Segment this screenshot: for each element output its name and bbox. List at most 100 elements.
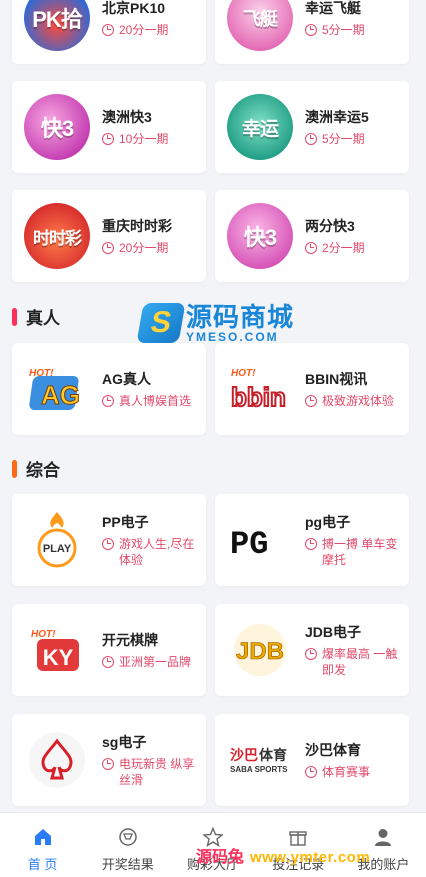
clock-icon <box>102 757 114 770</box>
watermark-cn: 源码商城 <box>186 302 295 332</box>
game-title: 澳洲快3 <box>102 108 152 125</box>
clock-icon <box>305 647 317 660</box>
ssc-dice-icon: 时时彩 <box>24 203 90 269</box>
section-title: 真人 <box>26 309 60 328</box>
clock-icon <box>102 241 114 254</box>
game-title: 澳洲幸运5 <box>305 108 369 125</box>
ag-logo-icon: HOT! AG <box>24 356 90 422</box>
game-desc: 亚洲第一品牌 <box>119 654 192 669</box>
footer-watermark-url: www.ymter.com <box>250 849 371 866</box>
pg-logo-icon: PG <box>227 507 293 573</box>
svg-text:PG: PG <box>230 526 268 563</box>
clock-icon <box>102 394 114 407</box>
svg-text:SABA SPORTS: SABA SPORTS <box>230 765 288 774</box>
clock-icon <box>102 132 114 145</box>
svg-text:体育: 体育 <box>259 747 287 764</box>
section-bar <box>12 459 17 478</box>
game-title: BBIN视讯 <box>305 370 368 387</box>
game-desc: 游戏人生,尽在体验 <box>119 536 195 567</box>
game-card-ag[interactable]: HOT! AG AG真人 真人博娱首选 <box>12 343 206 435</box>
game-period: 20分一期 <box>119 240 169 255</box>
svg-text:HOT!: HOT! <box>31 629 56 640</box>
game-period: 5分一期 <box>322 22 365 37</box>
game-period: 2分一期 <box>322 240 365 255</box>
svg-text:AG: AG <box>41 380 80 410</box>
game-card-bbin[interactable]: HOT! bbin BBIN视讯 极致游戏体验 <box>215 343 409 435</box>
clock-icon <box>305 132 317 145</box>
lucky5-ball-icon: 幸运 <box>227 94 293 160</box>
game-card-xyft[interactable]: 飞艇 幸运飞艇 5分一期 <box>215 0 409 64</box>
game-period: 5分一期 <box>322 131 365 146</box>
game-title: 两分快3 <box>305 217 355 234</box>
svg-text:JDB: JDB <box>236 638 284 665</box>
tab-results[interactable]: 开奖结果 <box>85 813 170 877</box>
game-desc: 爆率最高 一触即发 <box>322 646 398 677</box>
main-content: PK拾 北京PK10 20分一期 飞艇 幸运飞艇 5分一期 快3 澳洲快3 10… <box>0 0 426 812</box>
svg-text:沙巴: 沙巴 <box>230 748 258 764</box>
game-card-bjpk10[interactable]: PK拾 北京PK10 20分一期 <box>12 0 206 64</box>
svg-text:KY: KY <box>43 645 74 670</box>
game-title: 北京PK10 <box>102 0 166 16</box>
tab-home[interactable]: 首 页 <box>0 813 85 877</box>
game-card-pg[interactable]: PG pg电子 搏一搏 单车变摩托 <box>215 494 409 586</box>
game-card-ky[interactable]: HOT! KY 开元棋牌 亚洲第一品牌 <box>12 604 206 696</box>
clock-icon <box>305 394 317 407</box>
game-title: JDB电子 <box>305 623 362 640</box>
dice-k3-icon: 快3 <box>227 203 293 269</box>
bbin-logo-icon: HOT! bbin <box>227 356 293 422</box>
game-card-pp[interactable]: PLAY PP电子 游戏人生,尽在体验 <box>12 494 206 586</box>
game-desc: 真人博娱首选 <box>119 393 192 408</box>
live-grid: HOT! AG AG真人 真人博娱首选 HOT! bbin BBIN视讯 极致游… <box>12 343 410 435</box>
game-title: 沙巴体育 <box>305 741 361 758</box>
game-title: PP电子 <box>102 513 149 530</box>
game-card-sg[interactable]: sg电子 电玩新贵 纵享丝滑 <box>12 714 206 806</box>
game-period: 20分一期 <box>119 22 169 37</box>
section-bar <box>12 307 17 326</box>
user-icon <box>375 829 392 846</box>
lottery-grid: PK拾 北京PK10 20分一期 飞艇 幸运飞艇 5分一期 快3 澳洲快3 10… <box>12 0 410 282</box>
game-card-azxy5[interactable]: 幸运 澳洲幸运5 5分一期 <box>215 81 409 173</box>
game-title: 幸运飞艇 <box>305 0 361 16</box>
watermark-s-icon: S <box>136 303 186 343</box>
game-title: 重庆时时彩 <box>102 217 172 234</box>
game-title: AG真人 <box>102 370 151 387</box>
game-card-lfk3[interactable]: 快3 两分快3 2分一期 <box>215 190 409 282</box>
game-desc: 电玩新贵 纵享丝滑 <box>119 756 195 787</box>
pk10-icon: PK拾 <box>24 0 90 51</box>
tab-label: 开奖结果 <box>101 857 154 872</box>
watermark-en: YMESO.COM <box>186 330 279 344</box>
clock-icon <box>102 655 114 668</box>
clock-icon <box>102 23 114 36</box>
misc-grid: PLAY PP电子 游戏人生,尽在体验 PG pg电子 搏一搏 单车变摩托 HO… <box>12 494 410 806</box>
home-icon <box>34 829 51 845</box>
game-card-azk3[interactable]: 快3 澳洲快3 10分一期 <box>12 81 206 173</box>
ky-logo-icon: HOT! KY <box>24 617 90 683</box>
game-title: pg电子 <box>305 513 351 530</box>
game-period: 10分一期 <box>119 131 169 146</box>
game-title: 开元棋牌 <box>102 631 158 648</box>
svg-text:bbin: bbin <box>231 382 286 412</box>
airship-icon: 飞艇 <box>227 0 293 51</box>
section-live: 真人 <box>12 304 60 329</box>
trophy-icon <box>119 828 137 846</box>
saba-logo-icon: 沙巴 体育 SABA SPORTS <box>227 727 293 793</box>
footer-watermark: 源码兔 www.ymter.com <box>196 843 370 867</box>
clock-icon <box>305 765 317 778</box>
game-card-jdb[interactable]: JDB JDB电子 爆率最高 一触即发 <box>215 604 409 696</box>
clock-icon <box>305 23 317 36</box>
watermark-logo: S 源码商城 YMESO.COM <box>136 302 295 344</box>
svg-text:HOT!: HOT! <box>231 368 256 379</box>
tab-label: 首 页 <box>27 857 58 872</box>
game-card-cqssc[interactable]: 时时彩 重庆时时彩 20分一期 <box>12 190 206 282</box>
game-desc: 极致游戏体验 <box>322 393 395 408</box>
section-misc: 综合 <box>12 456 60 481</box>
footer-watermark-cn: 源码兔 <box>196 849 245 866</box>
game-desc: 体育赛事 <box>322 764 371 779</box>
game-card-saba[interactable]: 沙巴 体育 SABA SPORTS 沙巴体育 体育赛事 <box>215 714 409 806</box>
svg-text:PLAY: PLAY <box>43 543 72 555</box>
pp-play-logo-icon: PLAY <box>24 507 90 573</box>
game-desc: 搏一搏 单车变摩托 <box>322 536 398 567</box>
clock-icon <box>305 537 317 550</box>
jdb-logo-icon: JDB <box>227 617 293 683</box>
clock-icon <box>305 241 317 254</box>
